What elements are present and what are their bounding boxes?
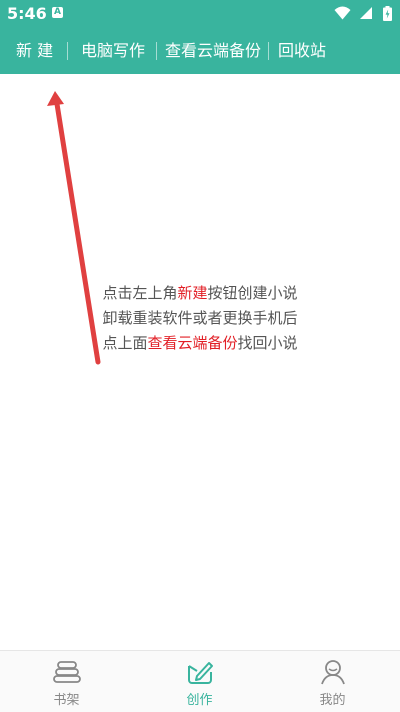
nav-profile-label: 我的 [319,693,346,708]
pointer-arrow-icon [47,91,101,365]
profile-icon [320,660,345,685]
bookshelf-icon [52,661,81,683]
nav-create-label: 创作 [186,693,213,708]
write-icon [187,662,213,684]
nav-bookshelf-label: 书架 [53,693,80,708]
bottom-nav: 书架 创作 我的 [0,650,400,712]
nav-profile[interactable]: 我的 [266,651,399,712]
nav-create[interactable]: 创作 [133,651,266,712]
nav-bookshelf[interactable]: 书架 [0,651,133,712]
